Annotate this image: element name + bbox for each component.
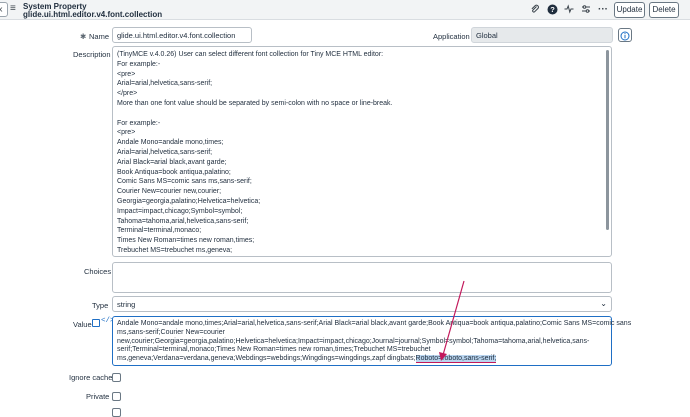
private-label: Private xyxy=(86,392,110,401)
ignore-cache-label: Ignore cache xyxy=(69,373,113,382)
read-roles-checkbox[interactable] xyxy=(112,408,121,417)
private-checkbox[interactable] xyxy=(112,392,121,401)
annotation-arrow xyxy=(439,280,465,361)
ignore-cache-checkbox[interactable] xyxy=(112,373,121,382)
